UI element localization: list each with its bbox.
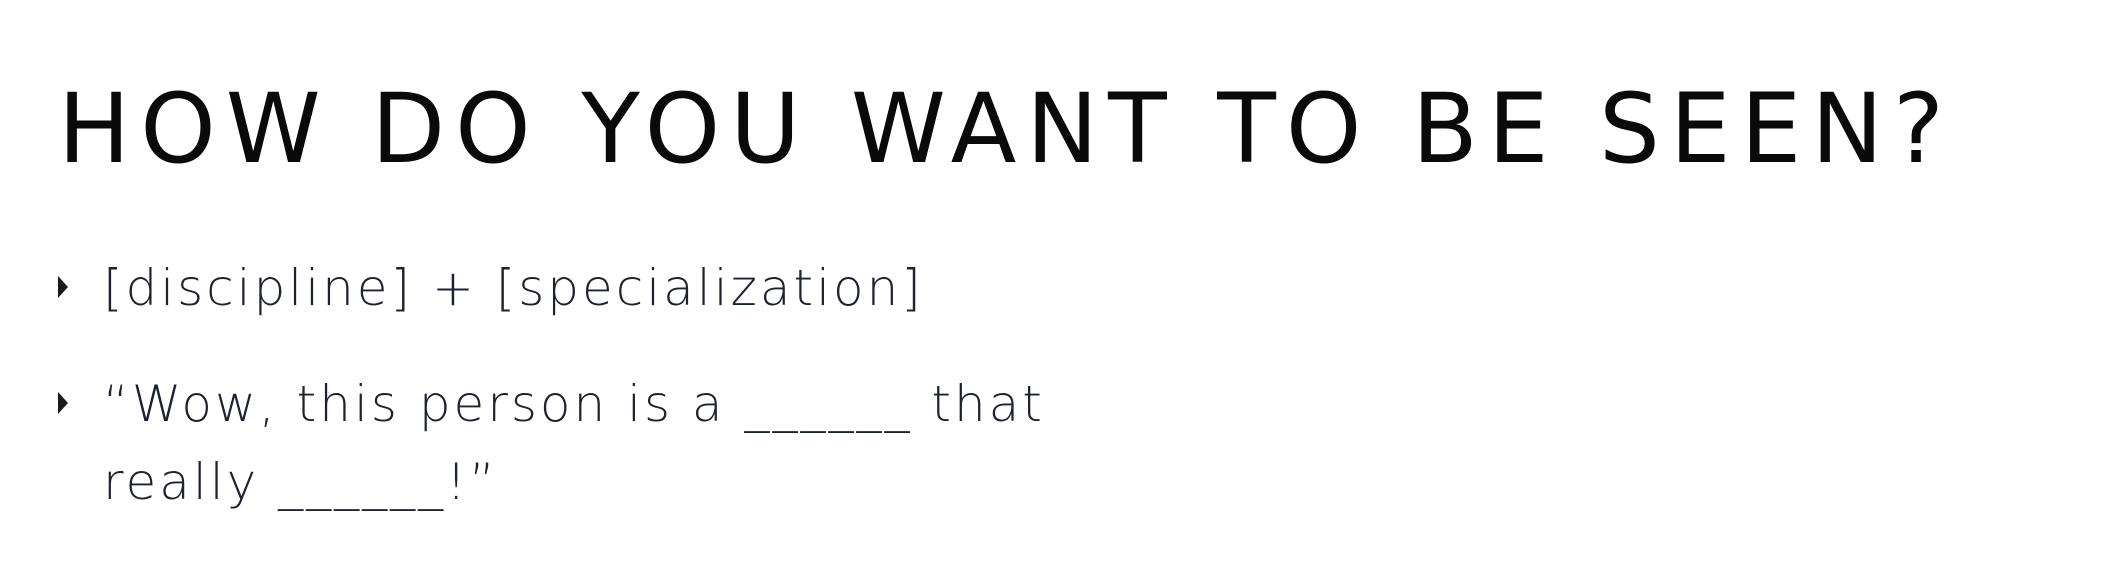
- bullet-item-1: [discipline] + [specialization]: [58, 255, 1258, 327]
- bullet-text: [discipline] + [specialization]: [103, 259, 924, 317]
- bullet-item-2: “Wow, this person is a ______ that reall…: [58, 371, 1258, 521]
- bullet-list: [discipline] + [specialization] “Wow, th…: [58, 255, 1258, 565]
- triangle-right-icon: [58, 392, 68, 414]
- slide-title: HOW DO YOU WANT TO BE SEEN?: [58, 73, 1954, 185]
- slide: HOW DO YOU WANT TO BE SEEN? [discipline]…: [0, 0, 2121, 568]
- bullet-text: “Wow, this person is a ______ that reall…: [103, 375, 1045, 511]
- triangle-right-icon: [58, 276, 68, 298]
